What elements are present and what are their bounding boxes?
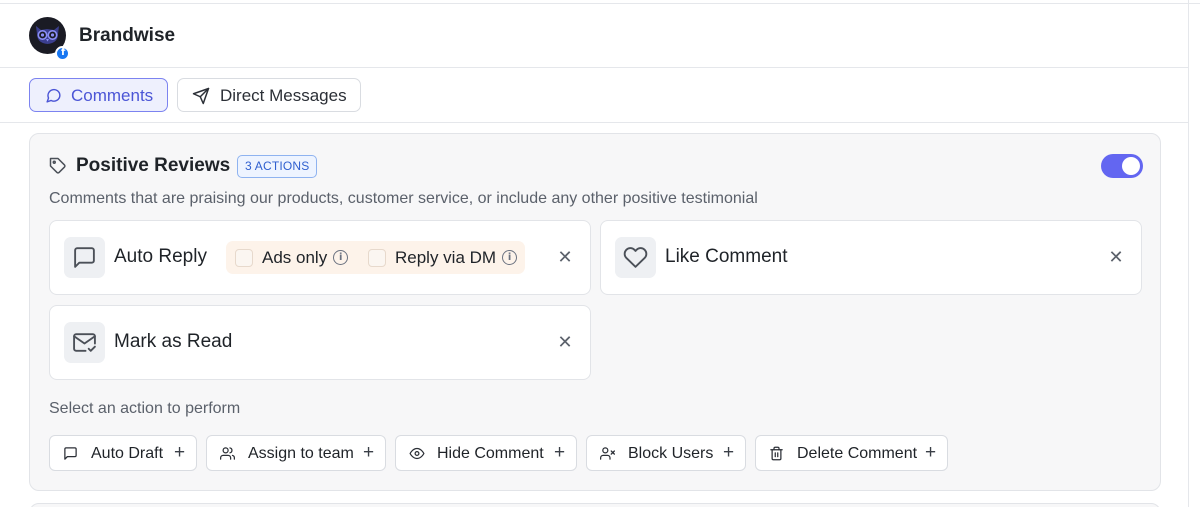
page-header: f Brandwise: [0, 4, 1188, 68]
app-frame: f Brandwise Comments Direct Messages Pos…: [0, 0, 1200, 507]
action-card-auto-reply: Auto Reply Ads only i Reply via DM i ✕: [49, 220, 591, 295]
add-delete-comment-button[interactable]: Delete Comment +: [755, 435, 948, 471]
reply-via-dm-checkbox[interactable]: [368, 248, 386, 267]
owl-logo-icon: [36, 26, 59, 44]
option-reply-via-dm[interactable]: Reply via DM i: [368, 241, 518, 274]
user-block-icon: [600, 447, 615, 460]
rule-enabled-toggle[interactable]: [1101, 154, 1143, 178]
tab-label: Direct Messages: [220, 86, 347, 105]
select-action-label: Select an action to perform: [49, 400, 241, 417]
add-auto-draft-button[interactable]: Auto Draft +: [49, 435, 197, 471]
plus-icon: +: [174, 442, 186, 463]
action-icon-box: [64, 237, 105, 278]
chat-bubble-icon: [64, 447, 77, 460]
add-hide-comment-button[interactable]: Hide Comment +: [395, 435, 577, 471]
action-card-mark-as-read: Mark as Read ✕: [49, 305, 591, 380]
button-label: Auto Draft: [91, 445, 164, 462]
button-label: Delete Comment: [797, 445, 918, 462]
action-icon-box: [64, 322, 105, 363]
action-title: Like Comment: [665, 246, 788, 267]
plus-icon: +: [363, 442, 375, 463]
tag-icon: [49, 157, 66, 174]
add-assign-to-team-button[interactable]: Assign to team +: [206, 435, 386, 471]
action-icon-box: [615, 237, 656, 278]
info-icon[interactable]: i: [333, 250, 349, 265]
ads-only-checkbox[interactable]: [235, 248, 253, 267]
chat-bubble-icon: [46, 88, 61, 103]
toggle-knob: [1122, 157, 1140, 175]
tab-comments[interactable]: Comments: [29, 78, 168, 112]
rule-title: Positive Reviews: [76, 155, 231, 176]
option-ads-only[interactable]: Ads only i: [235, 241, 349, 274]
facebook-badge-letter: f: [61, 47, 66, 58]
auto-reply-options: Ads only i Reply via DM i: [226, 241, 525, 274]
remove-action-button[interactable]: ✕: [1106, 247, 1126, 267]
info-icon[interactable]: i: [502, 250, 518, 265]
tab-direct-messages[interactable]: Direct Messages: [177, 78, 361, 112]
mail-check-icon: [73, 333, 96, 352]
send-icon: [192, 87, 210, 105]
rule-card-positive-reviews: Positive Reviews 3 ACTIONS Comments that…: [29, 133, 1161, 491]
action-title: Mark as Read: [114, 331, 233, 352]
button-label: Hide Comment: [437, 445, 544, 462]
right-divider: [1188, 0, 1189, 507]
add-block-users-button[interactable]: Block Users +: [586, 435, 746, 471]
plus-icon: +: [723, 442, 735, 463]
channel-tabs: Comments Direct Messages: [0, 69, 1188, 123]
action-card-like-comment: Like Comment ✕: [600, 220, 1142, 295]
message-square-icon: [74, 247, 95, 268]
tab-label: Comments: [71, 86, 154, 105]
remove-action-button[interactable]: ✕: [555, 332, 575, 352]
button-label: Block Users: [628, 445, 714, 462]
button-label: Assign to team: [248, 445, 354, 462]
users-icon: [220, 447, 235, 460]
next-rule-card: [29, 503, 1161, 507]
facebook-icon: f: [55, 46, 70, 61]
option-label: Reply via DM: [395, 247, 497, 267]
option-label: Ads only: [262, 247, 328, 267]
eye-icon: [409, 447, 425, 460]
plus-icon: +: [554, 442, 566, 463]
actions-count-badge: 3 ACTIONS: [237, 155, 318, 178]
brand-name: Brandwise: [79, 25, 176, 46]
action-title: Auto Reply: [114, 246, 207, 267]
trash-icon: [770, 446, 783, 461]
heart-icon: [623, 247, 648, 268]
plus-icon: +: [925, 442, 937, 463]
rule-description: Comments that are praising our products,…: [49, 190, 758, 207]
remove-action-button[interactable]: ✕: [555, 247, 575, 267]
